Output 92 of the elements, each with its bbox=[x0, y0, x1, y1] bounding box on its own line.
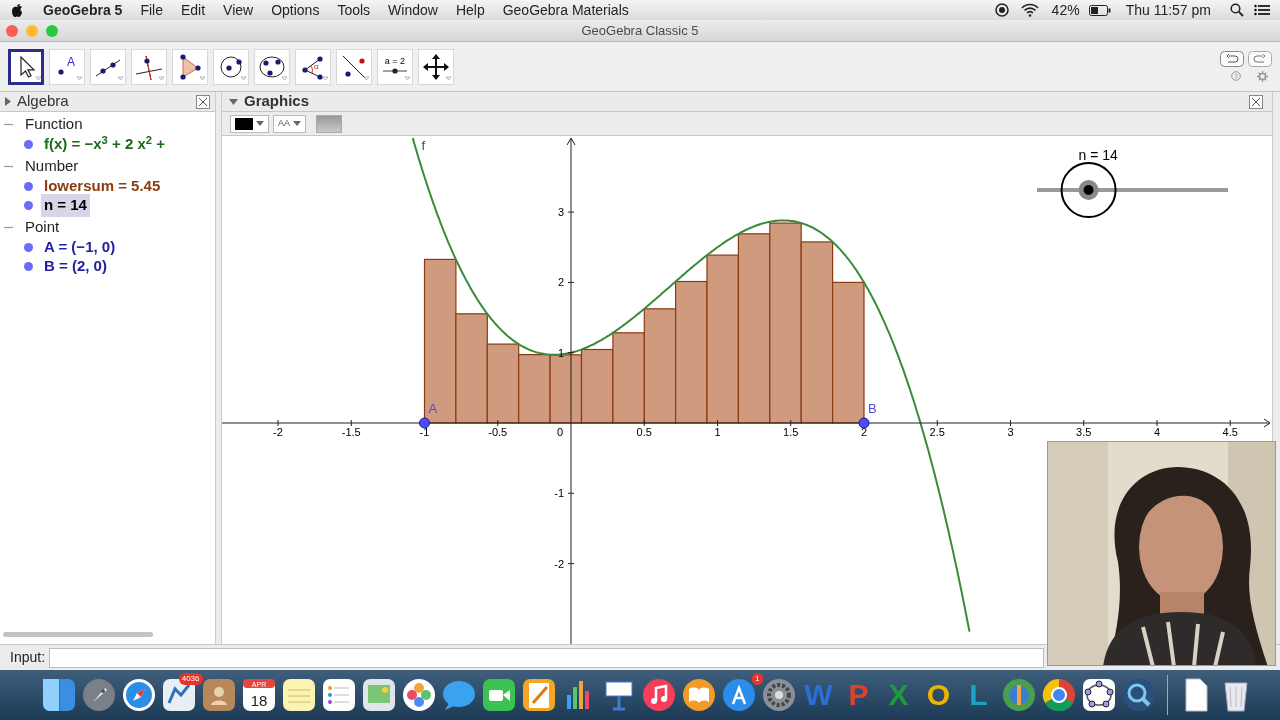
tick-label: 1 bbox=[714, 426, 721, 438]
menu-item[interactable]: Window bbox=[379, 0, 447, 21]
expand-icon[interactable] bbox=[5, 97, 11, 106]
menu-item[interactable]: GeoGebra Materials bbox=[493, 0, 638, 21]
tick-label: 3 bbox=[557, 206, 564, 219]
window-title: GeoGebra Classic 5 bbox=[581, 21, 699, 40]
notepad-icon[interactable] bbox=[280, 677, 317, 713]
text-style-button[interactable]: AA bbox=[273, 114, 306, 133]
redo-button[interactable] bbox=[1248, 51, 1272, 67]
tick-label: -2 bbox=[554, 557, 564, 570]
slider-label: n = 14 bbox=[1078, 147, 1118, 163]
picture-frame-icon[interactable] bbox=[360, 677, 397, 713]
visibility-dot[interactable] bbox=[24, 243, 33, 252]
menu-item[interactable]: Edit bbox=[171, 0, 215, 21]
music-note-icon[interactable] bbox=[640, 677, 677, 713]
algebra-entry[interactable]: f(x) = −x$^{3}$ + 2 x$^{2}$ + bbox=[41, 133, 168, 156]
tick-label: 0.5 bbox=[636, 426, 652, 438]
menu-item[interactable]: View bbox=[214, 0, 263, 21]
function-label: f bbox=[421, 138, 426, 153]
highlight-ring bbox=[1060, 162, 1117, 218]
color-button[interactable] bbox=[230, 114, 269, 133]
visibility-dot[interactable] bbox=[24, 140, 33, 149]
open-book-icon[interactable] bbox=[680, 677, 717, 713]
clock[interactable]: Thu 11:57 pm bbox=[1116, 0, 1220, 21]
battery-icon[interactable] bbox=[1088, 4, 1111, 16]
tick-label: 4 bbox=[1153, 426, 1161, 438]
caret-icon bbox=[293, 121, 301, 126]
group-label: Number bbox=[25, 156, 79, 177]
tool-button[interactable] bbox=[8, 48, 44, 85]
face-icon[interactable] bbox=[40, 677, 77, 713]
letter-icon[interactable]: O bbox=[920, 677, 957, 713]
menu-icon[interactable] bbox=[1254, 4, 1270, 16]
group-label: Point bbox=[25, 217, 60, 238]
apple-logo[interactable] bbox=[10, 2, 24, 18]
panel-title: Graphics bbox=[244, 91, 310, 112]
notification-badge: 1 bbox=[752, 673, 763, 685]
slider-track[interactable] bbox=[1037, 180, 1228, 200]
point-label: B bbox=[868, 401, 877, 416]
visibility-dot[interactable] bbox=[24, 201, 33, 210]
scrollbar[interactable] bbox=[3, 632, 153, 637]
function-curve[interactable] bbox=[411, 137, 971, 633]
tick-label: 0 bbox=[556, 426, 564, 438]
visibility-dot[interactable] bbox=[24, 262, 33, 271]
magnifier-icon[interactable] bbox=[1120, 677, 1157, 713]
checklist-icon[interactable] bbox=[320, 677, 357, 713]
gear-icon[interactable] bbox=[760, 677, 797, 713]
group-label: Function bbox=[25, 114, 83, 135]
tick-label: 4.5 bbox=[1222, 426, 1238, 438]
visibility-dot[interactable] bbox=[24, 182, 33, 191]
tick-label: -1 bbox=[554, 487, 564, 500]
toggle-button[interactable] bbox=[316, 114, 342, 133]
menu-item[interactable]: Options bbox=[262, 0, 329, 21]
battery-percentage: 42% bbox=[1050, 0, 1081, 20]
slider-thumb[interactable] bbox=[1078, 180, 1099, 200]
search-icon[interactable] bbox=[1230, 3, 1244, 17]
ring-icon[interactable] bbox=[1040, 677, 1077, 713]
point[interactable] bbox=[858, 417, 870, 429]
tick-label: 3 bbox=[1007, 426, 1014, 438]
menu-item[interactable]: Help bbox=[446, 0, 494, 21]
app-name[interactable]: GeoGebra 5 bbox=[34, 0, 132, 21]
record-icon[interactable] bbox=[994, 3, 1009, 17]
caret-icon bbox=[256, 121, 264, 126]
tick-label: -1 bbox=[419, 426, 430, 438]
undo-button[interactable] bbox=[1220, 51, 1244, 67]
tick-label: 1.5 bbox=[783, 426, 799, 438]
tick-label: 1 bbox=[557, 346, 564, 359]
algebra-entry[interactable]: n = 14 bbox=[41, 194, 90, 217]
input-field[interactable] bbox=[49, 647, 1044, 668]
panel-title: Algebra bbox=[17, 91, 69, 112]
menu-item[interactable]: File bbox=[131, 0, 172, 21]
tick-label: 2 bbox=[860, 426, 868, 438]
input-label: Input: bbox=[10, 648, 46, 667]
close-icon[interactable] bbox=[1249, 94, 1263, 109]
notification-badge: 4036 bbox=[178, 673, 203, 685]
tick-label: -0.5 bbox=[488, 426, 508, 438]
tick-label: 2.5 bbox=[929, 426, 945, 438]
tick-label: -1.5 bbox=[341, 426, 361, 438]
tick-label: 2 bbox=[557, 276, 564, 289]
close-icon[interactable] bbox=[196, 94, 210, 109]
tick-label: 3.5 bbox=[1076, 426, 1092, 438]
video-camera-icon[interactable] bbox=[480, 677, 517, 713]
flower-icon[interactable] bbox=[400, 677, 437, 713]
compass-icon[interactable] bbox=[120, 677, 157, 713]
wifi-icon[interactable] bbox=[1020, 3, 1039, 17]
menu-item[interactable]: Tools bbox=[328, 0, 380, 21]
pen-icon[interactable] bbox=[520, 677, 557, 713]
point-label: A bbox=[428, 401, 438, 416]
tick-label: -2 bbox=[273, 426, 283, 438]
address-book-icon[interactable] bbox=[200, 677, 237, 713]
point[interactable] bbox=[419, 417, 430, 429]
collapse-icon[interactable] bbox=[229, 98, 238, 105]
sum-bar bbox=[518, 354, 551, 424]
